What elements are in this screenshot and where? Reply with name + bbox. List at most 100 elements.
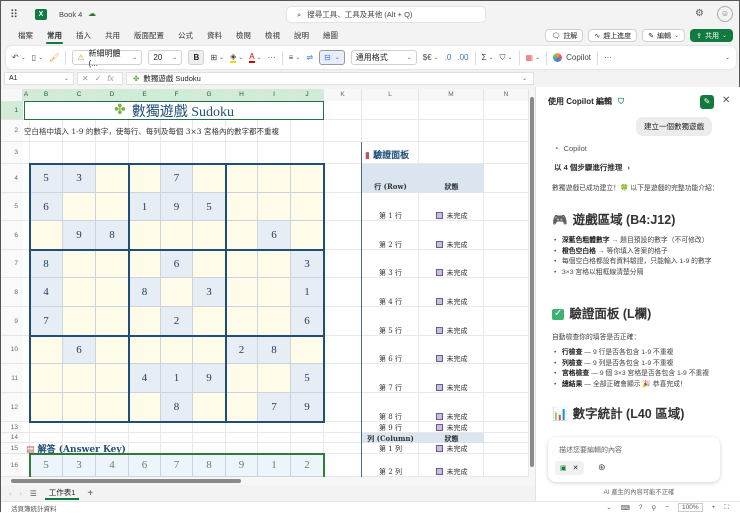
zoom-in-icon[interactable]: +	[712, 504, 716, 511]
empty-input-cell[interactable]	[161, 221, 193, 250]
answer-cell[interactable]: 6	[129, 454, 161, 477]
given-cell[interactable]: 6	[63, 336, 96, 364]
comments-button[interactable]: 🗨 註解	[545, 29, 584, 42]
row-header-13[interactable]: 13	[1, 422, 23, 433]
given-cell[interactable]: 8	[129, 278, 161, 307]
conditional-format-button[interactable]: ▦ ⌄	[526, 53, 541, 62]
empty-input-cell[interactable]	[30, 336, 63, 364]
new-chat-icon[interactable]: ✎	[700, 95, 714, 109]
name-box[interactable]: A1 ⌄	[4, 72, 74, 85]
web-globe-icon[interactable]: ⊕	[598, 462, 606, 473]
help-icon[interactable]: ?	[639, 504, 643, 511]
select-all-corner[interactable]	[1, 89, 23, 101]
tab-5[interactable]: 公式	[171, 30, 200, 44]
keyboard-icon[interactable]: ⌨	[620, 504, 629, 512]
all-sheets-icon[interactable]: ☰	[30, 489, 37, 498]
row-header-5[interactable]: 5	[1, 193, 23, 221]
settings-gear-icon[interactable]: ⚙	[695, 8, 704, 19]
row-header-16[interactable]: 16	[1, 454, 23, 477]
given-cell[interactable]: 2	[226, 336, 258, 364]
empty-input-cell[interactable]	[226, 393, 258, 422]
given-cell[interactable]: 3	[193, 278, 226, 307]
row-header-15[interactable]: 15	[1, 443, 23, 454]
given-cell[interactable]: 6	[30, 193, 63, 221]
scroll-thumb[interactable]	[530, 97, 534, 467]
share-button[interactable]: ⇪ 共用 ⌄	[690, 29, 733, 42]
empty-input-cell[interactable]	[193, 221, 226, 250]
answer-cell[interactable]: 7	[161, 454, 193, 477]
row-header-12[interactable]: 12	[1, 393, 23, 422]
increase-decimal-icon[interactable]: .00	[457, 53, 468, 62]
sheet-tab-active[interactable]: 工作表1	[44, 487, 80, 500]
autosum-button[interactable]: Σ ⌄	[482, 53, 494, 62]
tab-10[interactable]: 繪圖	[316, 30, 345, 44]
given-cell[interactable]: 7	[161, 164, 193, 193]
empty-input-cell[interactable]	[63, 278, 96, 307]
attached-workbook-chip[interactable]: ▣ ✕	[555, 461, 584, 475]
search-box[interactable]: ⌕ 搜尋工具、工具及其他 (Alt + Q)	[286, 6, 486, 23]
empty-input-cell[interactable]	[291, 336, 324, 364]
empty-input-cell[interactable]	[226, 250, 258, 278]
undo-button[interactable]: ↶ ⌄	[12, 53, 26, 62]
empty-input-cell[interactable]	[226, 193, 258, 221]
catchup-button[interactable]: ∿ 趕上進度	[588, 29, 638, 42]
given-cell[interactable]: 8	[258, 336, 291, 364]
row-header-4[interactable]: 4	[1, 164, 23, 193]
workbook-statistics-link[interactable]: 活頁簿統計資料	[11, 503, 57, 513]
given-cell[interactable]: 7	[258, 393, 291, 422]
empty-input-cell[interactable]	[291, 193, 324, 221]
empty-input-cell[interactable]	[129, 221, 161, 250]
number-format-select[interactable]: 通用格式 ⌄	[350, 50, 417, 65]
function-icon[interactable]: fx	[107, 74, 113, 83]
given-cell[interactable]: 9	[63, 221, 96, 250]
given-cell[interactable]: 3	[291, 250, 324, 278]
spreadsheet-grid[interactable]: A B C D E F G H I J K L M N 1 2 3 4 5 6 7 8 9 10 11 12 13 14 15 16 ✤ 數獨…	[1, 89, 529, 477]
copilot-input-box[interactable]: 描述您要編輯的內容 ▣ ✕ ⊕	[548, 437, 720, 482]
given-cell[interactable]: 4	[30, 278, 63, 307]
row-header-10[interactable]: 10	[1, 336, 23, 364]
given-cell[interactable]: 1	[161, 364, 193, 393]
empty-input-cell[interactable]	[30, 393, 63, 422]
column-header-M[interactable]: M	[419, 89, 484, 101]
empty-input-cell[interactable]	[258, 164, 291, 193]
empty-input-cell[interactable]	[258, 193, 291, 221]
given-cell[interactable]: 7	[30, 307, 63, 336]
empty-input-cell[interactable]	[129, 307, 161, 336]
given-cell[interactable]: 1	[291, 278, 324, 307]
empty-input-cell[interactable]	[63, 364, 96, 393]
chevron-down-icon[interactable]: ⌄	[606, 504, 611, 511]
given-cell[interactable]: 5	[291, 364, 324, 393]
close-icon[interactable]: ✕	[722, 95, 730, 106]
tab-9[interactable]: 說明	[287, 30, 316, 44]
row-header-2[interactable]: 2	[1, 120, 23, 142]
account-avatar[interactable]: ☺	[717, 6, 733, 22]
add-sheet-icon[interactable]: +	[87, 488, 93, 499]
given-cell[interactable]: 2	[161, 307, 193, 336]
empty-input-cell[interactable]	[258, 364, 291, 393]
zoom-level-select[interactable]: 100%	[678, 503, 703, 512]
column-header-F[interactable]: F	[161, 89, 193, 101]
expand-ribbon-icon[interactable]: ⌄	[725, 54, 730, 61]
merge-cells-button[interactable]: ⊟ ⌄	[319, 50, 345, 65]
given-cell[interactable]: 8	[30, 250, 63, 278]
column-header-C[interactable]: C	[63, 89, 96, 101]
column-header-L[interactable]: L	[362, 89, 419, 101]
column-header-G[interactable]: G	[193, 89, 226, 101]
empty-input-cell[interactable]	[226, 364, 258, 393]
row-header-7[interactable]: 7	[1, 250, 23, 278]
sort-filter-button[interactable]: ⛉ ⌄	[499, 53, 512, 63]
paste-button[interactable]: ▯ ⌄	[32, 53, 43, 62]
empty-input-cell[interactable]	[226, 278, 258, 307]
tab-8[interactable]: 檢視	[258, 30, 287, 44]
empty-input-cell[interactable]	[96, 193, 129, 221]
column-header-I[interactable]: I	[258, 89, 291, 101]
empty-input-cell[interactable]	[63, 250, 96, 278]
empty-input-cell[interactable]	[161, 336, 193, 364]
given-cell[interactable]: 8	[96, 221, 129, 250]
empty-input-cell[interactable]	[96, 164, 129, 193]
next-sheet-icon[interactable]: ›	[20, 489, 23, 498]
formula-input[interactable]: ✤ 數獨遊戲 Sudoku ⌄	[126, 72, 534, 85]
tab-4[interactable]: 版面配置	[127, 30, 171, 44]
column-header-B[interactable]: B	[30, 89, 63, 101]
given-cell[interactable]: 6	[258, 221, 291, 250]
